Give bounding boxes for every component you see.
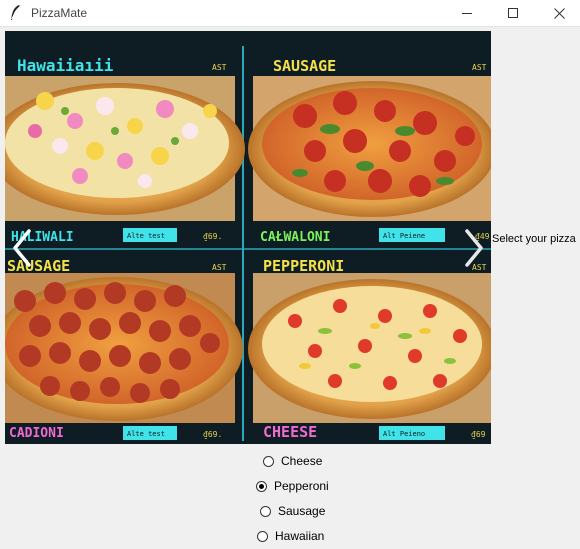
panel-3-badge: AST <box>212 263 227 272</box>
panel-1-alt-text: Alte test <box>127 232 165 240</box>
panel-3-alt-text: Alte test <box>127 430 165 438</box>
radio-option-cheese[interactable]: Cheese <box>263 452 322 470</box>
window-title: PizzaMate <box>31 6 88 20</box>
radio-button[interactable] <box>263 455 274 467</box>
radio-button[interactable] <box>257 530 268 542</box>
radio-label: Hawaiian <box>275 529 325 543</box>
panel-1-price: ₫69. <box>203 232 222 241</box>
feather-icon <box>11 5 21 20</box>
radio-button[interactable] <box>256 480 267 492</box>
panel-4-price: ₫69 <box>471 430 486 439</box>
panel-2-top-label: SAUSAGE <box>273 57 336 75</box>
minimize-button[interactable] <box>444 0 490 26</box>
maximize-button[interactable] <box>490 0 536 26</box>
panel-1-top-label: Hawaiiaıii <box>17 56 114 75</box>
close-icon <box>553 7 565 19</box>
pizza-panel-1: Hawaiiaıii AST HALIWALI Alte test ₫69. <box>5 56 245 245</box>
previous-image-button[interactable] <box>9 226 35 270</box>
chevron-left-icon <box>13 229 31 267</box>
radio-option-pepperoni[interactable]: Pepperoni <box>256 477 329 495</box>
panel-2-bottom-label: CAŁWALONI <box>260 230 330 245</box>
instruction-label: Select your pizza <box>492 233 576 245</box>
next-image-button[interactable] <box>461 226 487 270</box>
panel-4-bottom-label: CHEESE <box>263 423 317 441</box>
radio-label: Pepperoni <box>274 479 329 493</box>
radio-option-sausage[interactable]: Sausage <box>260 502 325 520</box>
close-button[interactable] <box>536 0 580 26</box>
pizza-panel-4: PEPPERONI AST CHEESE Alt Peieno ₫69 <box>248 257 491 441</box>
panel-1-badge: AST <box>212 63 227 72</box>
radio-label: Cheese <box>281 454 323 468</box>
minimize-icon <box>462 13 472 14</box>
panel-3-bottom-label: CADIONI <box>9 426 64 441</box>
pizza-image: Hawaiiaıii AST HALIWALI Alte test ₫69. S… <box>5 31 491 444</box>
title-bar: PizzaMate <box>0 0 580 27</box>
radio-option-hawaiian[interactable]: Hawaiian <box>257 527 324 545</box>
radio-button[interactable] <box>260 505 271 517</box>
maximize-icon <box>508 8 518 18</box>
panel-4-alt-text: Alt Peieno <box>383 430 425 438</box>
panel-3-price: ₫69. <box>203 430 222 439</box>
radio-label: Sausage <box>278 504 326 518</box>
chevron-right-icon <box>465 229 483 267</box>
panel-2-alt-text: Alt Peiene <box>383 232 425 240</box>
pizza-panel-3: SAUSAGE AST CADIONI Alte test ₫69. <box>5 257 243 441</box>
panel-4-top-label: PEPPERONI <box>263 257 344 275</box>
panel-2-badge: AST <box>472 63 487 72</box>
pizza-panel-2: SAUSAGE AST CAŁWALONI Alt Peiene ₫49 <box>248 57 491 245</box>
